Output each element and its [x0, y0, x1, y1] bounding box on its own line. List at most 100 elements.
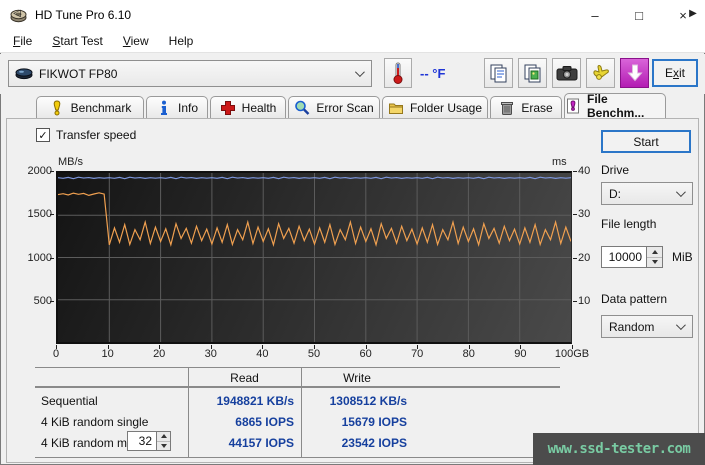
device-select[interactable]: FIKWOT FP80 [8, 60, 372, 87]
drive-select[interactable]: D: [601, 182, 693, 205]
x-axis-tick-mark [56, 345, 57, 349]
menu-help[interactable]: Help [159, 31, 204, 51]
tab-folder-usage[interactable]: Folder Usage [382, 96, 488, 118]
disk-icon [15, 68, 33, 80]
thermometer-icon [393, 62, 403, 84]
y-axis-left-tick-mark [50, 214, 54, 216]
sequential-write-value: 1308512 KB/s [329, 394, 407, 408]
drive-value: D: [609, 186, 621, 201]
random-multi-read-value: 44157 IOPS [228, 436, 294, 450]
row-label-random-single: 4 KiB random single [41, 415, 149, 429]
x-axis-tick-label: 40 [256, 348, 269, 360]
data-pattern-select[interactable]: Random [601, 315, 693, 338]
tab-health[interactable]: Health [210, 96, 286, 118]
download-arrow-icon [626, 64, 643, 82]
tab-error-scan[interactable]: Error Scan [288, 96, 380, 118]
x-axis-tick-mark [210, 345, 212, 349]
copy-image-button[interactable] [518, 58, 547, 88]
info-icon [160, 100, 167, 115]
hand-icon [592, 65, 609, 80]
thread-count-control: 32 [127, 431, 171, 451]
y-axis-right-tick-mark [573, 171, 577, 172]
x-axis-tick-label: 60 [359, 348, 372, 360]
x-axis-tick-label: 50 [307, 348, 321, 360]
data-pattern-label: Data pattern [601, 292, 668, 306]
transfer-speed-label: Transfer speed [56, 128, 137, 142]
watermark: www.ssd-tester.com [533, 433, 705, 465]
spinner-up-button[interactable] [647, 247, 662, 258]
x-axis-tick-label: 80 [462, 348, 475, 360]
transfer-speed-checkbox[interactable]: ✓ [36, 128, 50, 142]
selected-device-label: FIKWOT FP80 [39, 66, 118, 81]
spinner-up-button[interactable] [157, 432, 170, 442]
down-arrow-icon [651, 260, 658, 265]
table-header-rule [35, 386, 560, 388]
temperature-button[interactable] [384, 58, 412, 88]
tab-benchmark[interactable]: Benchmark [36, 96, 144, 118]
y-axis-left-tick-label: 1000 [27, 251, 52, 264]
x-axis-tick-mark [314, 345, 315, 349]
file-length-unit: MiB [672, 250, 693, 264]
file-length-control: 10000 [601, 246, 663, 268]
exit-button[interactable]: Ex it [652, 59, 698, 87]
y-axis-left-tick-label: 1500 [27, 208, 52, 221]
tab-file-benchmark[interactable]: File Benchm... [564, 92, 666, 120]
thread-count-spinner [157, 431, 171, 451]
row-label-sequential: Sequential [41, 394, 98, 408]
chevron-down-icon [675, 320, 686, 331]
toolbar: FIKWOT FP80 -- °F E x it [0, 54, 705, 94]
table-top-rule [35, 367, 560, 368]
tab-scroll-right-button[interactable]: ▶ [684, 3, 702, 23]
spinner-down-button[interactable] [157, 441, 170, 450]
title-bar: HD Tune Pro 6.10 – □ × [0, 0, 705, 30]
y-axis-right-tick-mark [573, 257, 577, 259]
save-results-button[interactable] [620, 58, 649, 88]
file-length-input[interactable]: 10000 [601, 246, 647, 268]
tab-scroll-left-button[interactable]: ◁ [8, 3, 26, 23]
random-single-read-value: 6865 IOPS [235, 415, 294, 429]
x-axis-tick-mark [417, 345, 419, 349]
menu-start-test[interactable]: Start Test [42, 31, 112, 51]
up-arrow-icon [160, 434, 167, 439]
donate-button[interactable] [586, 58, 615, 88]
down-arrow-icon [160, 443, 167, 448]
x-axis-tick-mark [262, 345, 264, 349]
app-window: HD Tune Pro 6.10 – □ × File Start Test V… [0, 0, 705, 465]
screenshot-button[interactable] [552, 58, 581, 88]
file-length-label: File length [601, 217, 657, 231]
transfer-speed-option: ✓ Transfer speed [36, 128, 136, 142]
copy-text-button[interactable] [484, 58, 513, 88]
minimize-button[interactable]: – [573, 0, 617, 30]
x-axis-tick-label: 20 [153, 348, 166, 360]
maximize-button[interactable]: □ [617, 0, 661, 30]
x-axis-tick-mark [159, 345, 161, 349]
x-axis-tick-label: 100GB [554, 348, 590, 360]
benchmark-chart [56, 171, 572, 344]
copy-image-icon [524, 64, 540, 83]
chart-canvas [58, 173, 571, 342]
read-column-header: Read [230, 371, 259, 385]
start-button[interactable]: Start [601, 130, 691, 153]
file-benchmark-icon [567, 98, 579, 114]
spinner-down-button[interactable] [647, 257, 662, 267]
menu-file[interactable]: File [3, 31, 42, 51]
thread-count-input[interactable]: 32 [127, 431, 157, 451]
file-length-spinner [647, 246, 663, 268]
write-column-header: Write [343, 371, 371, 385]
x-axis-tick-label: 30 [204, 348, 217, 360]
x-axis-tick-mark [520, 345, 522, 349]
up-arrow-icon [651, 249, 658, 254]
chevron-down-icon [675, 187, 686, 198]
y-axis-right-tick-mark [573, 300, 577, 302]
y-axis-left-tick-mark [50, 257, 54, 259]
left-axis-unit-label: MB/s [58, 156, 84, 168]
tab-info[interactable]: Info [146, 96, 208, 118]
y-axis-left-tick-label: 500 [33, 294, 52, 307]
sequential-read-value: 1948821 KB/s [216, 394, 294, 408]
x-axis-tick-mark [365, 345, 367, 349]
table-bottom-rule [35, 457, 560, 458]
menu-view[interactable]: View [113, 31, 159, 51]
tab-erase[interactable]: Erase [490, 96, 562, 118]
y-axis-right-tick-mark [573, 214, 577, 216]
trash-icon [501, 101, 514, 115]
